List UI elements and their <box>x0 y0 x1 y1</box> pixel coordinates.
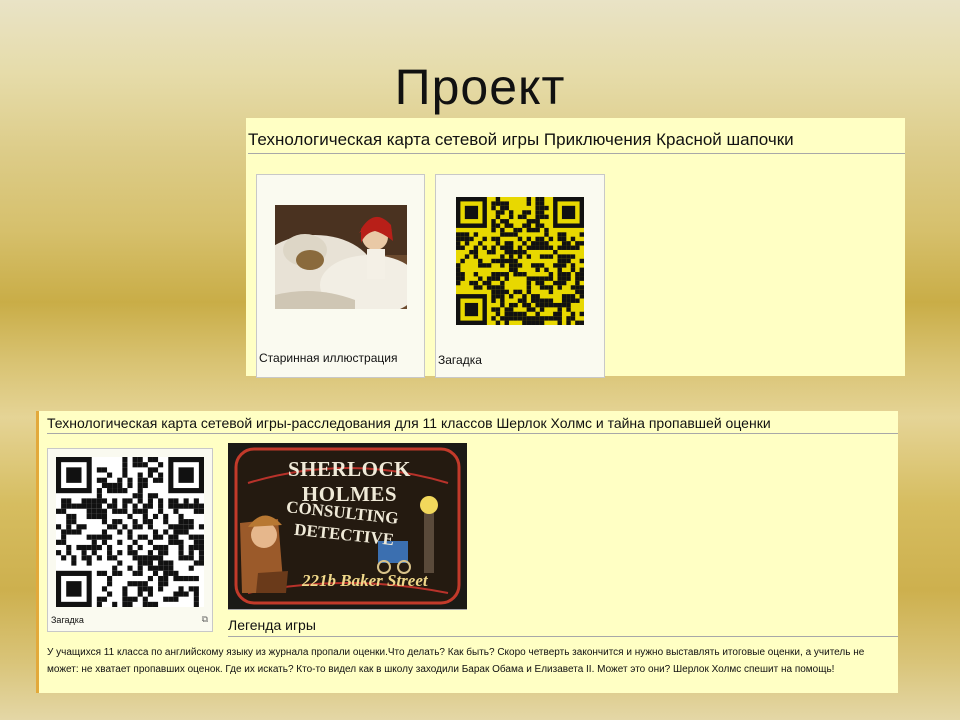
sign-address: 221b Baker Street <box>302 571 428 590</box>
riddle-caption: Загадка <box>438 353 482 367</box>
divider <box>228 609 467 610</box>
expand-icon[interactable]: ⧉ <box>202 614 208 625</box>
project-panel-sherlock: Технологическая карта сетевой игры-рассл… <box>36 411 898 693</box>
project-panel-red-riding-hood: Технологическая карта сетевой игры Прикл… <box>246 118 905 378</box>
slide-title: Проект <box>394 59 566 115</box>
sherlock-holmes-sign-image[interactable]: SHERLOCK HOLMES CONSULTING DETECTIVE 221… <box>228 443 467 609</box>
project-heading: Технологическая карта сетевой игры-рассл… <box>47 415 898 434</box>
illustration-thumbnail[interactable]: Старинная иллюстрация <box>256 174 425 378</box>
legend-title: Легенда игры <box>228 617 898 637</box>
qr-code-icon <box>56 457 204 607</box>
riddle-caption: Загадка <box>51 615 84 625</box>
qr-code-icon <box>456 197 584 325</box>
riddle-qr-thumbnail[interactable]: Загадка ⧉ <box>47 448 213 632</box>
project-heading: Технологическая карта сетевой игры Прикл… <box>248 130 905 154</box>
sign-title: SHERLOCK HOLMES <box>287 457 412 506</box>
legend-text: У учащихся 11 класса по английскому язык… <box>47 647 865 675</box>
red-riding-hood-illustration <box>275 205 407 309</box>
riddle-qr-thumbnail[interactable]: Загадка <box>435 174 605 378</box>
illustration-caption: Старинная иллюстрация <box>259 351 398 365</box>
